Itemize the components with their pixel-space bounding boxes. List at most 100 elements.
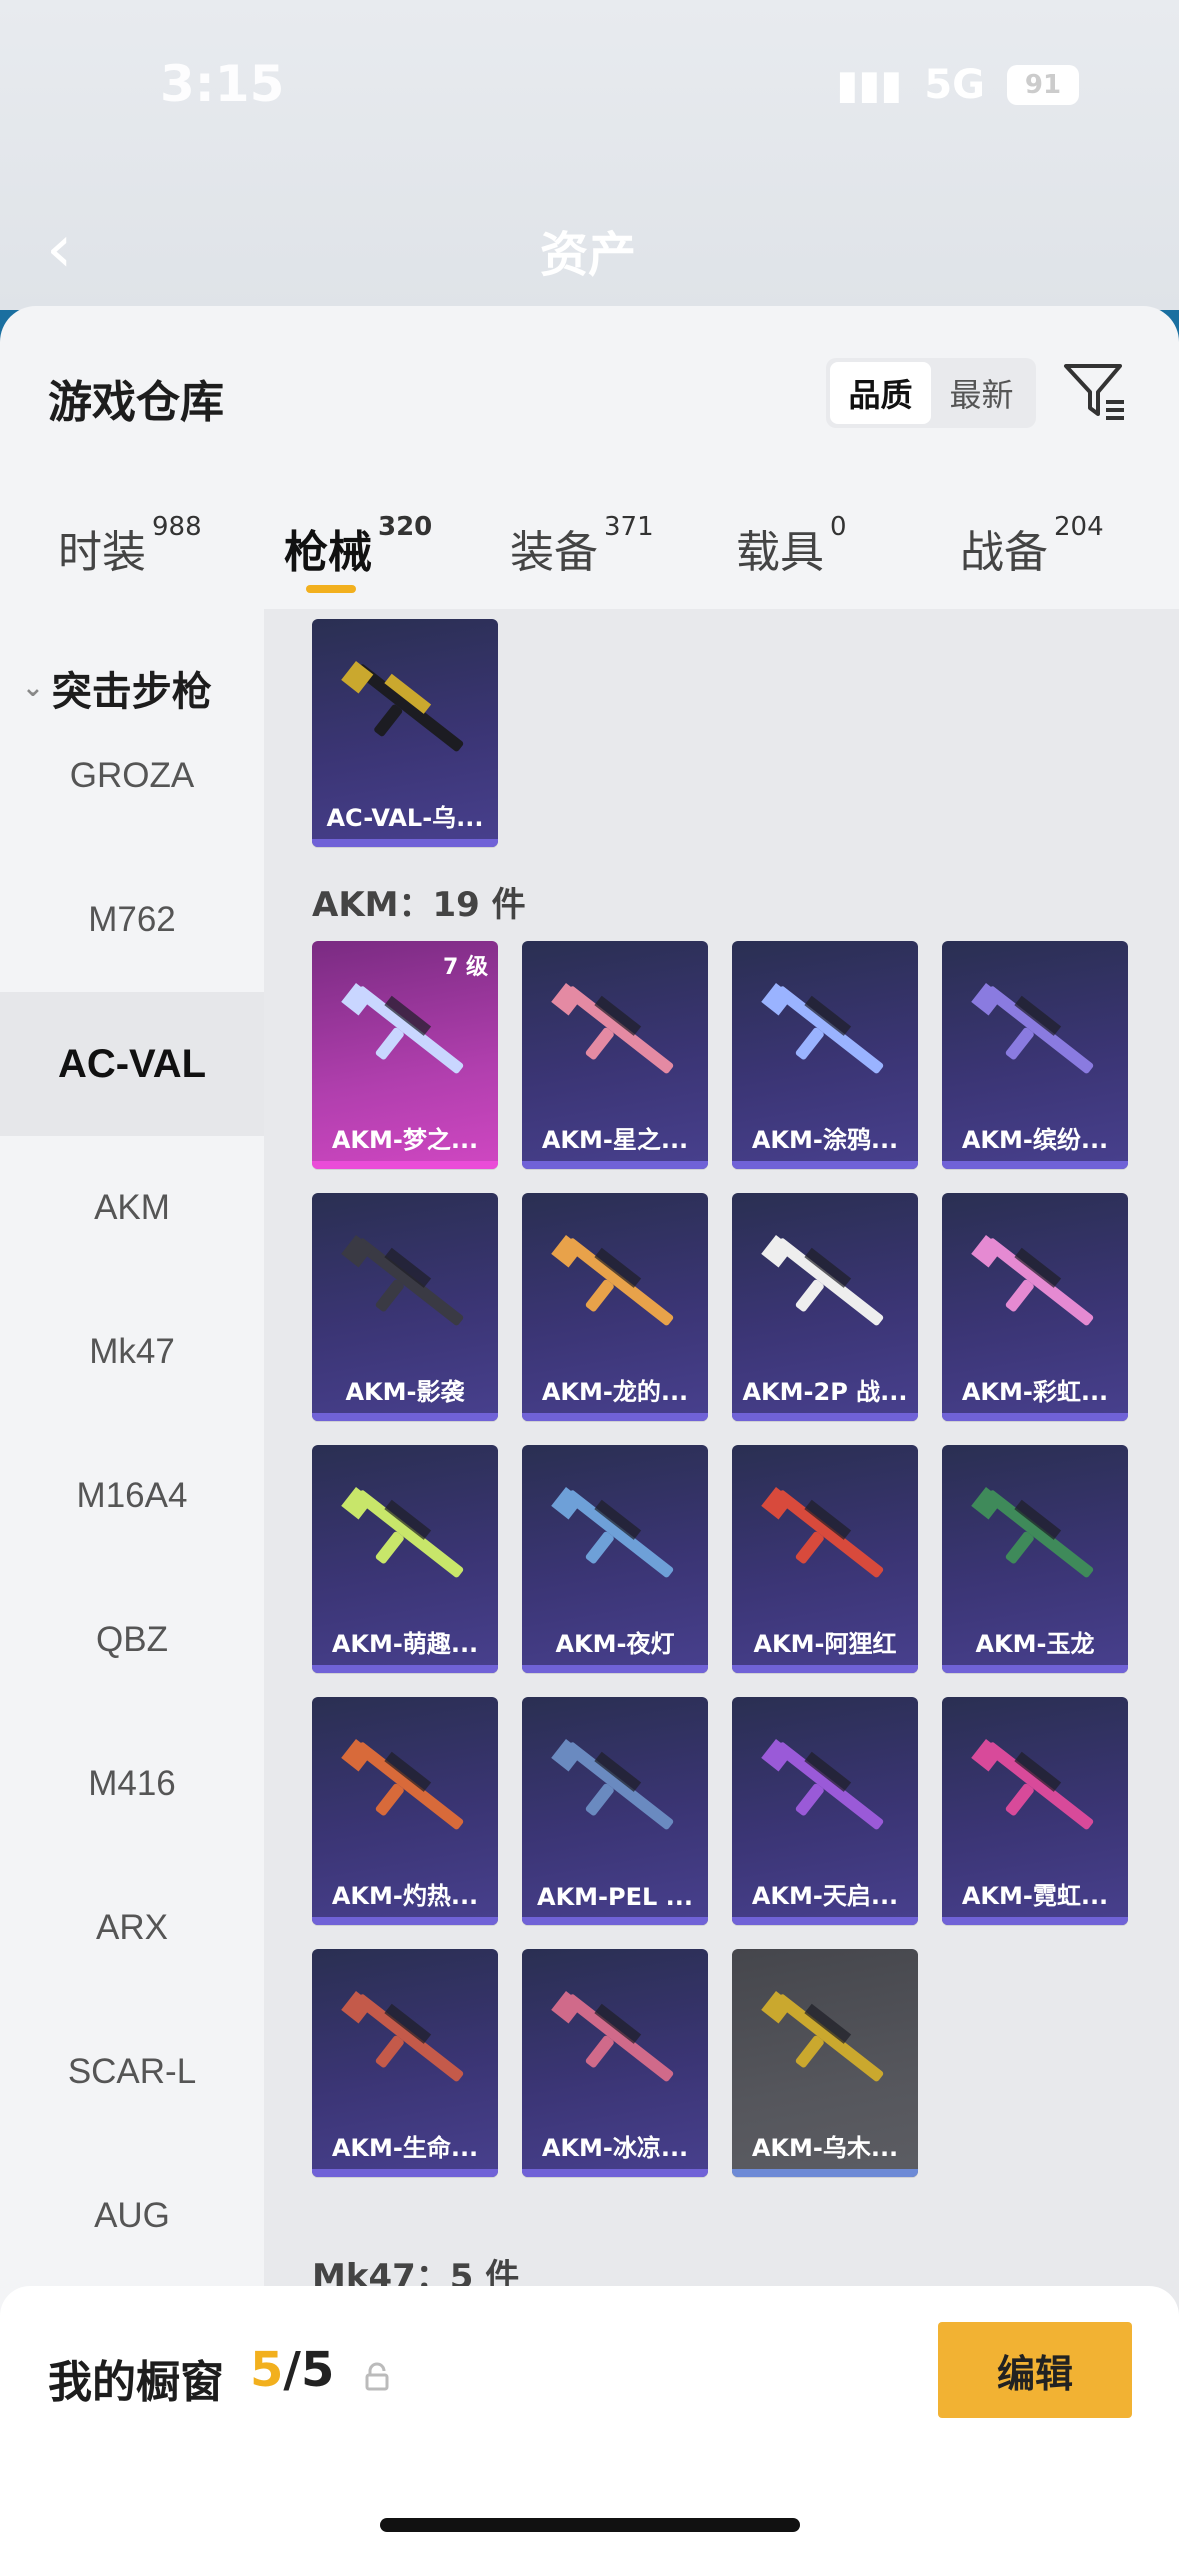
sidebar-item-ac-val[interactable]: AC-VAL — [0, 992, 264, 1136]
rarity-bar — [732, 1413, 918, 1421]
weapon-card-akm[interactable]: AKM-涂鸦... — [732, 941, 918, 1169]
background-page-header: 3:15 ▮▮▮ 5G 91 ‹ 资产 — [0, 0, 1179, 310]
sidebar-item-akm[interactable]: AKM — [0, 1136, 264, 1280]
weapon-card-akm[interactable]: AKM-夜灯 — [522, 1445, 708, 1673]
tab-label: 时装 — [58, 527, 146, 578]
weapon-sidebar: ⌄ 突击步枪 GROZA M762 AC-VAL AKM Mk47 M16A4 … — [0, 609, 264, 2409]
rifle-image — [341, 982, 464, 1074]
sidebar-item-qbz[interactable]: QBZ — [0, 1568, 264, 1712]
weapon-card-akm[interactable]: AKM-乌木... — [732, 1949, 918, 2177]
rifle-image — [551, 1486, 674, 1578]
card-label: AKM-龙的... — [541, 1378, 689, 1406]
rarity-bar — [942, 1665, 1128, 1673]
signal-icon: ▮▮▮ — [836, 62, 903, 108]
sort-toggle[interactable]: 品质 最新 — [826, 358, 1036, 428]
sidebar-item-m16a4[interactable]: M16A4 — [0, 1424, 264, 1568]
tab-count: 204 — [1054, 512, 1104, 542]
rarity-bar — [732, 1665, 918, 1673]
rifle-image — [761, 1234, 884, 1326]
tab-label: 载具 — [736, 527, 824, 578]
tab-supplies[interactable]: 战备 204 — [960, 512, 1104, 580]
rarity-bar — [522, 1161, 708, 1169]
rarity-bar — [732, 1917, 918, 1925]
rifle-image — [341, 660, 464, 752]
sidebar-item-mk47[interactable]: Mk47 — [0, 1280, 264, 1424]
rarity-bar — [522, 1413, 708, 1421]
section-label-akm: AKM：19 件 — [312, 885, 526, 925]
category-tabs: 时装 988 枪械 320 装备 371 载具 0 战备 204 — [0, 496, 1179, 606]
home-indicator — [380, 2518, 800, 2532]
rarity-bar — [942, 1917, 1128, 1925]
rarity-bar — [312, 1413, 498, 1421]
rifle-image — [971, 982, 1094, 1074]
card-label: AKM-PEL ... — [537, 1883, 693, 1911]
weapon-card-akm[interactable]: AKM-霓虹... — [942, 1697, 1128, 1925]
sidebar-item-m416[interactable]: M416 — [0, 1712, 264, 1856]
sheet-title: 游戏仓库 — [48, 377, 224, 428]
sort-quality-option[interactable]: 品质 — [830, 362, 931, 424]
weapon-card-akm[interactable]: AKM-梦之... 7 级 — [312, 941, 498, 1169]
card-label: AKM-涂鸦... — [751, 1126, 899, 1154]
weapon-card-akm[interactable]: AKM-灼热... — [312, 1697, 498, 1925]
tab-fashion[interactable]: 时装 988 — [58, 512, 202, 580]
tab-count: 0 — [830, 512, 847, 542]
weapon-card-akm[interactable]: AKM-冰凉... — [522, 1949, 708, 2177]
rarity-bar — [942, 1413, 1128, 1421]
weapon-card-akm[interactable]: AKM-彩虹... — [942, 1193, 1128, 1421]
tab-label: 装备 — [510, 527, 598, 578]
tab-equipment[interactable]: 装备 371 — [510, 512, 654, 580]
weapon-card-akm[interactable]: AKM-PEL ... — [522, 1697, 708, 1925]
filter-icon[interactable] — [1062, 358, 1128, 424]
lock-icon — [365, 2362, 389, 2391]
edit-button[interactable]: 编辑 — [938, 2322, 1132, 2418]
card-label: AKM-2P 战... — [742, 1378, 908, 1406]
weapon-card-akm[interactable]: AKM-缤纷... — [942, 941, 1128, 1169]
sidebar-item-arx[interactable]: ARX — [0, 1856, 264, 2000]
rifle-image — [761, 982, 884, 1074]
weapon-card-akm[interactable]: AKM-星之... — [522, 941, 708, 1169]
showcase-total: /5 — [283, 2342, 335, 2398]
rarity-bar — [312, 1665, 498, 1673]
warehouse-sheet: 游戏仓库 品质 最新 时装 988 枪械 320 装备 371 载具 0 战备 … — [0, 306, 1179, 2556]
sidebar-item-m762[interactable]: M762 — [0, 848, 264, 992]
rifle-image — [341, 1234, 464, 1326]
weapon-card-akm[interactable]: AKM-生命... — [312, 1949, 498, 2177]
weapon-card-akm[interactable]: AKM-龙的... — [522, 1193, 708, 1421]
weapon-card-akm[interactable]: AKM-2P 战... — [732, 1193, 918, 1421]
chevron-left-icon[interactable]: ‹ — [46, 210, 72, 287]
rifle-image — [971, 1738, 1094, 1830]
rifle-image — [551, 982, 674, 1074]
rifle-image — [971, 1486, 1094, 1578]
sort-newest-option[interactable]: 最新 — [931, 362, 1032, 424]
weapon-card-akm[interactable]: AKM-天启... — [732, 1697, 918, 1925]
sidebar-item-groza[interactable]: GROZA — [0, 704, 264, 848]
showcase-current: 5 — [250, 2342, 284, 2398]
rarity-bar — [312, 839, 498, 847]
rarity-bar — [942, 1161, 1128, 1169]
card-label: AKM-星之... — [541, 1126, 689, 1154]
card-label: AKM-生命... — [331, 2134, 479, 2162]
sidebar-item-scar-l[interactable]: SCAR-L — [0, 2000, 264, 2144]
weapon-card-akm[interactable]: AKM-玉龙 — [942, 1445, 1128, 1673]
sidebar-item-aug[interactable]: AUG — [0, 2144, 264, 2288]
weapon-grid: AC-VAL-乌... AKM：19 件 AKM-梦之... 7 级 AKM-星之.… — [264, 609, 1179, 2409]
rifle-image — [551, 1738, 674, 1830]
rifle-image — [341, 1738, 464, 1830]
rifle-image — [761, 1738, 884, 1830]
rifle-image — [971, 1234, 1094, 1326]
rarity-bar — [312, 2169, 498, 2177]
rifle-image — [551, 1990, 674, 2082]
weapon-card-akm[interactable]: AKM-萌趣... — [312, 1445, 498, 1673]
tab-firearms[interactable]: 枪械 320 — [284, 512, 432, 580]
rarity-bar — [312, 1161, 498, 1169]
rifle-image — [761, 1486, 884, 1578]
card-label: AKM-缤纷... — [961, 1126, 1109, 1154]
rifle-image — [341, 1990, 464, 2082]
card-label: AKM-霓虹... — [961, 1882, 1109, 1910]
weapon-card-akm[interactable]: AKM-阿狸红 — [732, 1445, 918, 1673]
card-label: AC-VAL-乌... — [326, 804, 484, 832]
tab-vehicles[interactable]: 载具 0 — [736, 512, 847, 580]
weapon-card-acval[interactable]: AC-VAL-乌... — [312, 619, 498, 847]
rifle-image — [761, 1990, 884, 2082]
weapon-card-akm[interactable]: AKM-影袭 — [312, 1193, 498, 1421]
